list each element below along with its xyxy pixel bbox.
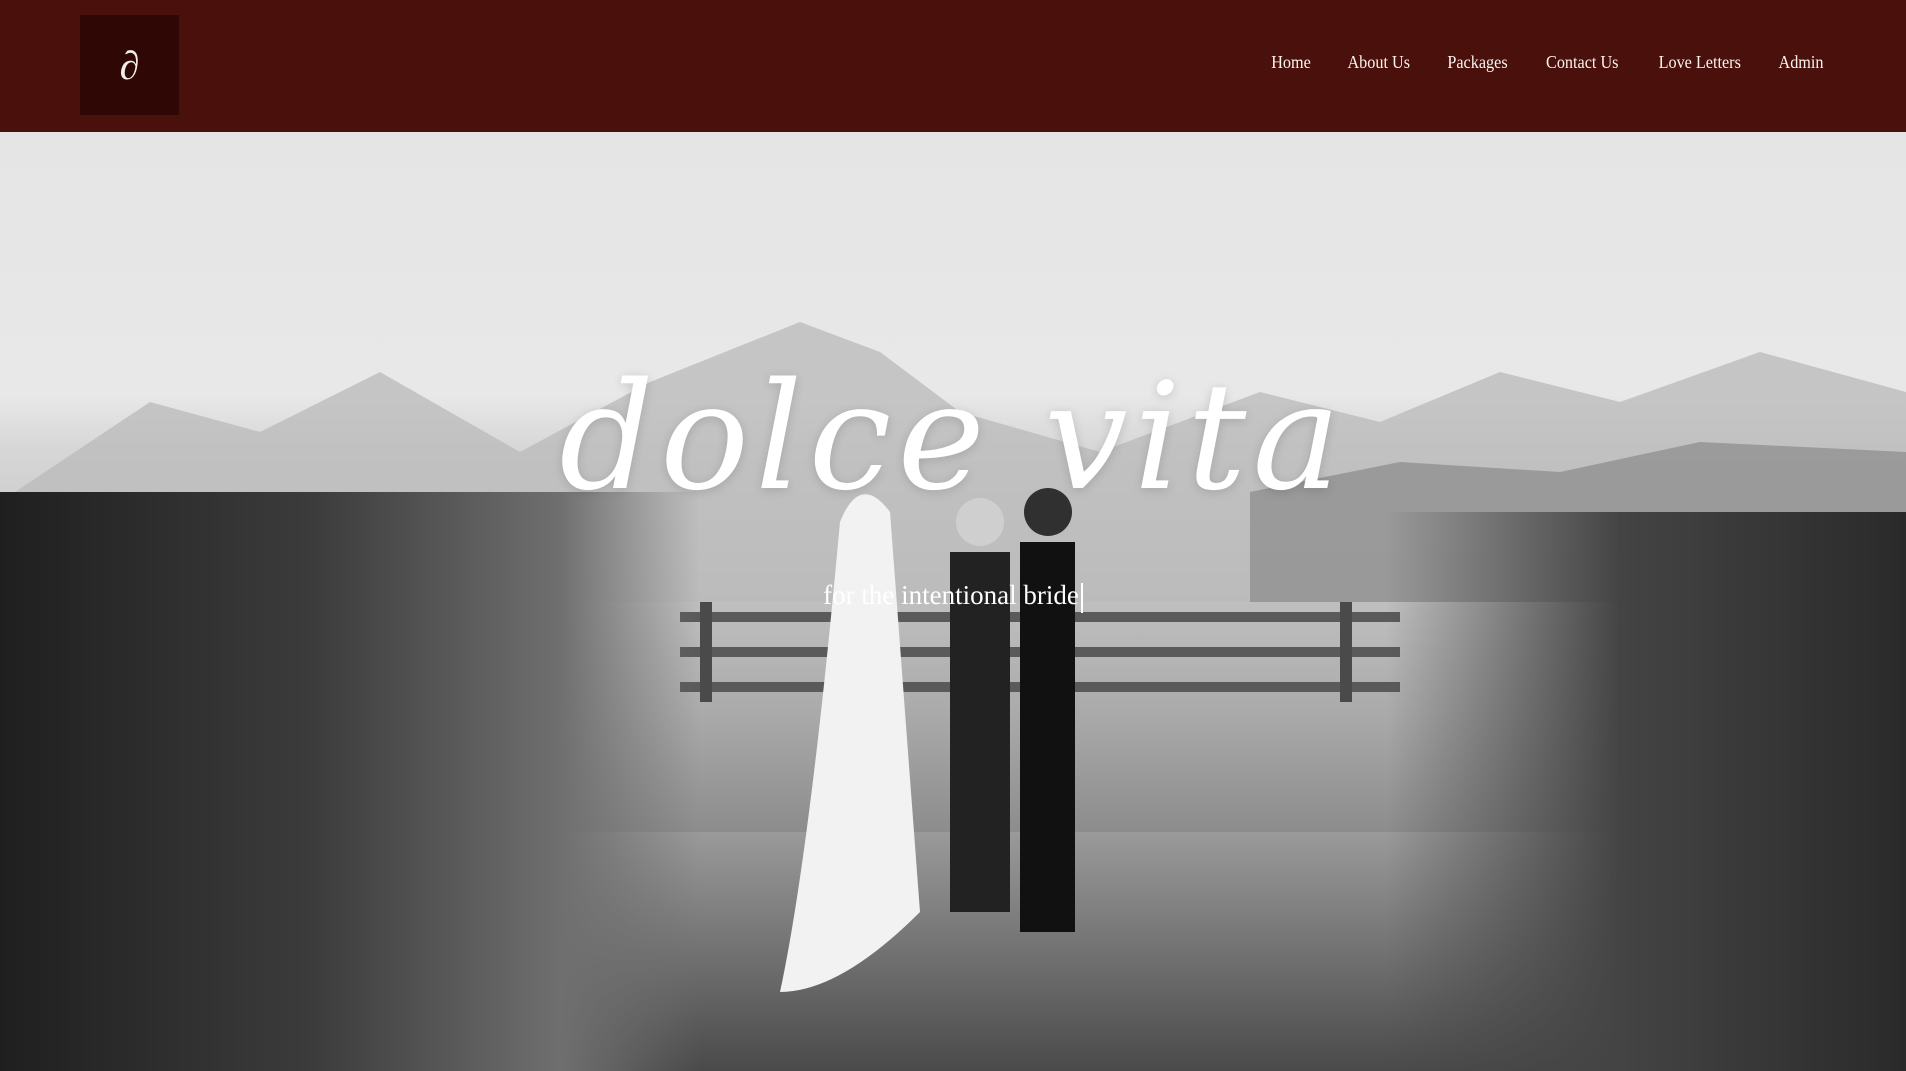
hero-title: dolce vita [559, 351, 1347, 523]
main-nav: Home About Us Packages Contact Us Love L… [1269, 52, 1826, 73]
text-cursor [1080, 582, 1083, 613]
site-header: ∂ Home About Us Packages Contact Us Love… [0, 0, 1906, 132]
nav-about-us[interactable]: About Us [1347, 52, 1410, 73]
nav-packages[interactable]: Packages [1447, 52, 1507, 73]
logo-icon: ∂ [119, 42, 140, 88]
hero-subtitle-wrap: for the intentional bride [0, 580, 1906, 613]
nav-home[interactable]: Home [1271, 52, 1311, 73]
nav-contact-us[interactable]: Contact Us [1546, 52, 1618, 73]
nav-admin[interactable]: Admin [1778, 52, 1823, 73]
hero-subtitle: for the intentional bride [823, 580, 1079, 610]
logo-link[interactable]: ∂ [80, 15, 179, 115]
nav-love-letters[interactable]: Love Letters [1658, 52, 1740, 73]
hero-title-wrap: dolce vita [0, 363, 1906, 511]
guests-left [0, 492, 700, 1071]
